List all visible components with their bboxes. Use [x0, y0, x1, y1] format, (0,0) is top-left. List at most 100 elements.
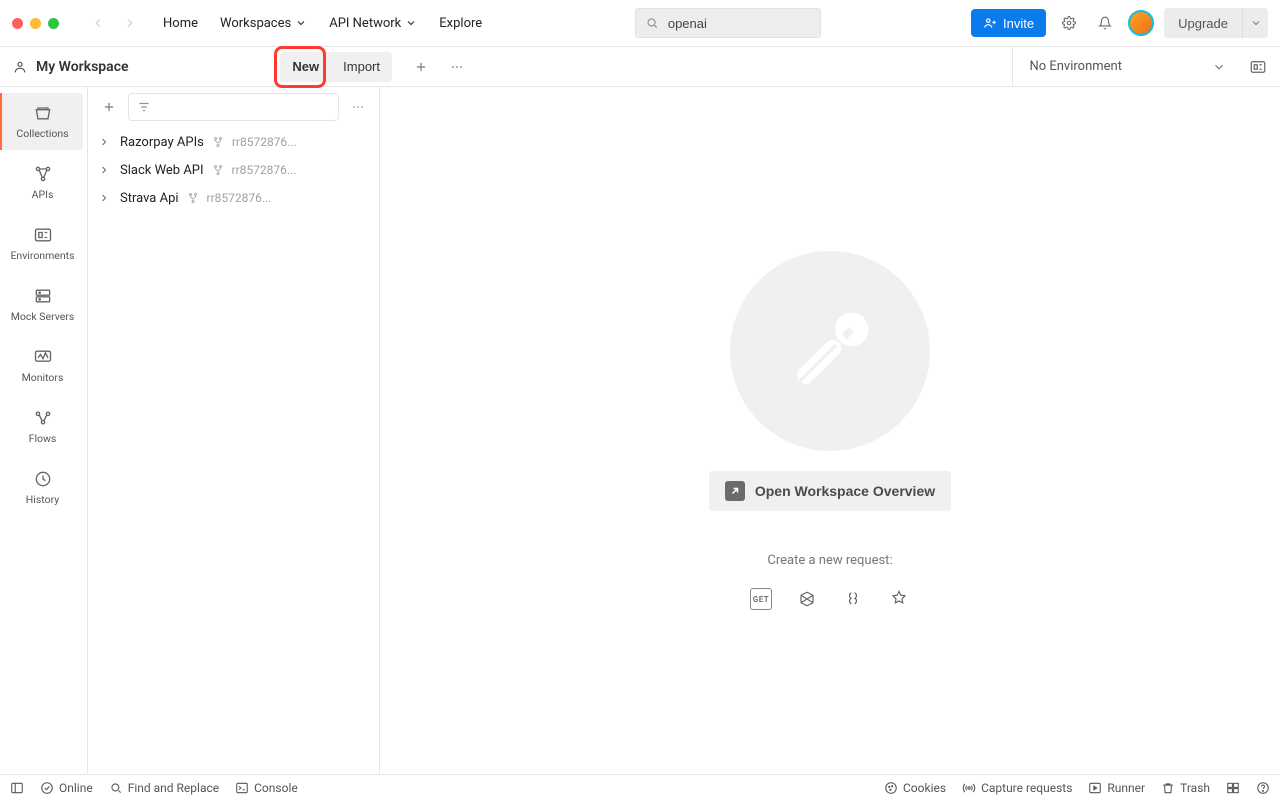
runner-label: Runner [1107, 781, 1145, 795]
rail-item-label: Environments [10, 249, 74, 262]
collection-name: Razorpay APIs [120, 135, 204, 150]
nav-explore[interactable]: Explore [437, 12, 484, 35]
rail-item-label: History [26, 493, 59, 506]
trash-button[interactable]: Trash [1161, 781, 1210, 795]
filter-icon [137, 100, 151, 114]
environment-label: No Environment [1029, 59, 1122, 74]
runner-button[interactable]: Runner [1088, 781, 1145, 795]
collection-filter-input[interactable] [128, 93, 339, 121]
rail-item-environments[interactable]: Environments [0, 215, 83, 272]
collection-fork-label: rr8572876... [232, 135, 297, 149]
collection-row[interactable]: Slack Web API rr8572876... [88, 156, 379, 184]
chevron-down-icon [295, 17, 307, 29]
arrow-out-icon [725, 481, 745, 501]
close-window-icon[interactable] [12, 18, 23, 29]
chevron-right-icon[interactable] [98, 164, 112, 176]
nav-home[interactable]: Home [161, 12, 200, 35]
fork-icon [187, 192, 199, 204]
trash-icon [1161, 781, 1175, 795]
rail-item-apis[interactable]: APIs [0, 154, 83, 211]
plus-icon [102, 99, 116, 115]
environment-select[interactable]: No Environment [1012, 47, 1226, 87]
avatar[interactable] [1128, 10, 1154, 36]
upgrade-label: Upgrade [1178, 16, 1228, 31]
chevron-right-icon[interactable] [98, 192, 112, 204]
upgrade-menu-button[interactable] [1242, 8, 1268, 38]
collection-row[interactable]: Razorpay APIs rr8572876... [88, 128, 379, 156]
dots-horizontal-icon [351, 99, 365, 115]
grpc-request-icon[interactable] [842, 588, 864, 610]
open-workspace-overview-button[interactable]: Open Workspace Overview [709, 471, 951, 511]
collection-fork-label: rr8572876... [207, 191, 272, 205]
collection-name: Strava Api [120, 191, 179, 206]
sidebar-toggle-button[interactable] [10, 781, 24, 795]
settings-button[interactable] [1056, 10, 1082, 36]
rail-item-label: APIs [32, 188, 54, 201]
rail-item-monitors[interactable]: Monitors [0, 337, 83, 394]
maximize-window-icon[interactable] [48, 18, 59, 29]
websocket-request-icon[interactable] [888, 588, 910, 610]
plus-icon [414, 59, 428, 75]
layout-toggle-button[interactable] [1226, 781, 1240, 795]
online-label: Online [59, 781, 93, 795]
rail-item-history[interactable]: History [0, 459, 83, 516]
apis-icon [33, 164, 53, 184]
new-tab-button[interactable] [408, 54, 434, 80]
cookies-label: Cookies [903, 781, 946, 795]
graphql-request-icon[interactable] [796, 588, 818, 610]
global-search-input[interactable] [666, 15, 810, 32]
layout-icon [1226, 781, 1240, 795]
cookies-button[interactable]: Cookies [884, 781, 946, 795]
nav-api-network[interactable]: API Network [327, 12, 419, 35]
panel-options-button[interactable] [345, 94, 371, 120]
topbar: Home Workspaces API Network Explore Invi… [0, 0, 1280, 47]
invite-button[interactable]: Invite [971, 9, 1046, 37]
create-request-prompt: Create a new request: [767, 553, 892, 568]
flows-icon [33, 408, 53, 428]
minimize-window-icon[interactable] [30, 18, 41, 29]
capture-requests-button[interactable]: Capture requests [962, 781, 1072, 795]
nav-workspaces-label: Workspaces [220, 16, 291, 31]
new-label: New [292, 59, 319, 74]
rail-item-collections[interactable]: Collections [0, 93, 83, 150]
help-button[interactable] [1256, 781, 1270, 795]
mock-icon [33, 286, 53, 306]
create-collection-button[interactable] [96, 94, 122, 120]
chevron-right-icon[interactable] [98, 136, 112, 148]
capture-label: Capture requests [981, 781, 1072, 795]
global-search[interactable] [635, 8, 821, 38]
user-plus-icon [983, 16, 997, 30]
new-button[interactable]: New [280, 52, 331, 82]
collection-name: Slack Web API [120, 163, 204, 178]
http-request-icon[interactable]: GET [750, 588, 772, 610]
find-replace-button[interactable]: Find and Replace [109, 781, 219, 795]
notifications-button[interactable] [1092, 10, 1118, 36]
rail-item-mock[interactable]: Mock Servers [0, 276, 83, 333]
window-controls [12, 18, 59, 29]
import-button[interactable]: Import [331, 52, 392, 82]
nav-back-button[interactable] [85, 10, 111, 36]
fork-icon [212, 164, 224, 176]
upgrade-button[interactable]: Upgrade [1164, 8, 1242, 38]
nav-forward-button[interactable] [117, 10, 143, 36]
environment-quicklook-button[interactable] [1244, 53, 1272, 81]
workspace-name[interactable]: My Workspace [36, 59, 129, 75]
online-status[interactable]: Online [40, 781, 93, 795]
rail-item-flows[interactable]: Flows [0, 398, 83, 455]
dots-horizontal-icon [450, 59, 464, 75]
open-workspace-overview-label: Open Workspace Overview [755, 483, 935, 499]
nav-explore-label: Explore [439, 16, 482, 31]
import-label: Import [343, 59, 380, 74]
collection-row[interactable]: Strava Api rr8572876... [88, 184, 379, 212]
console-button[interactable]: Console [235, 781, 298, 795]
main-pane: Open Workspace Overview Create a new req… [380, 87, 1280, 774]
terminal-icon [235, 781, 249, 795]
search-icon [646, 16, 658, 30]
tab-options-button[interactable] [444, 54, 470, 80]
antenna-icon [962, 781, 976, 795]
search-icon [109, 781, 123, 795]
monitors-icon [33, 347, 53, 367]
gear-icon [1062, 14, 1076, 32]
nav-workspaces[interactable]: Workspaces [218, 12, 309, 35]
trash-label: Trash [1180, 781, 1210, 795]
